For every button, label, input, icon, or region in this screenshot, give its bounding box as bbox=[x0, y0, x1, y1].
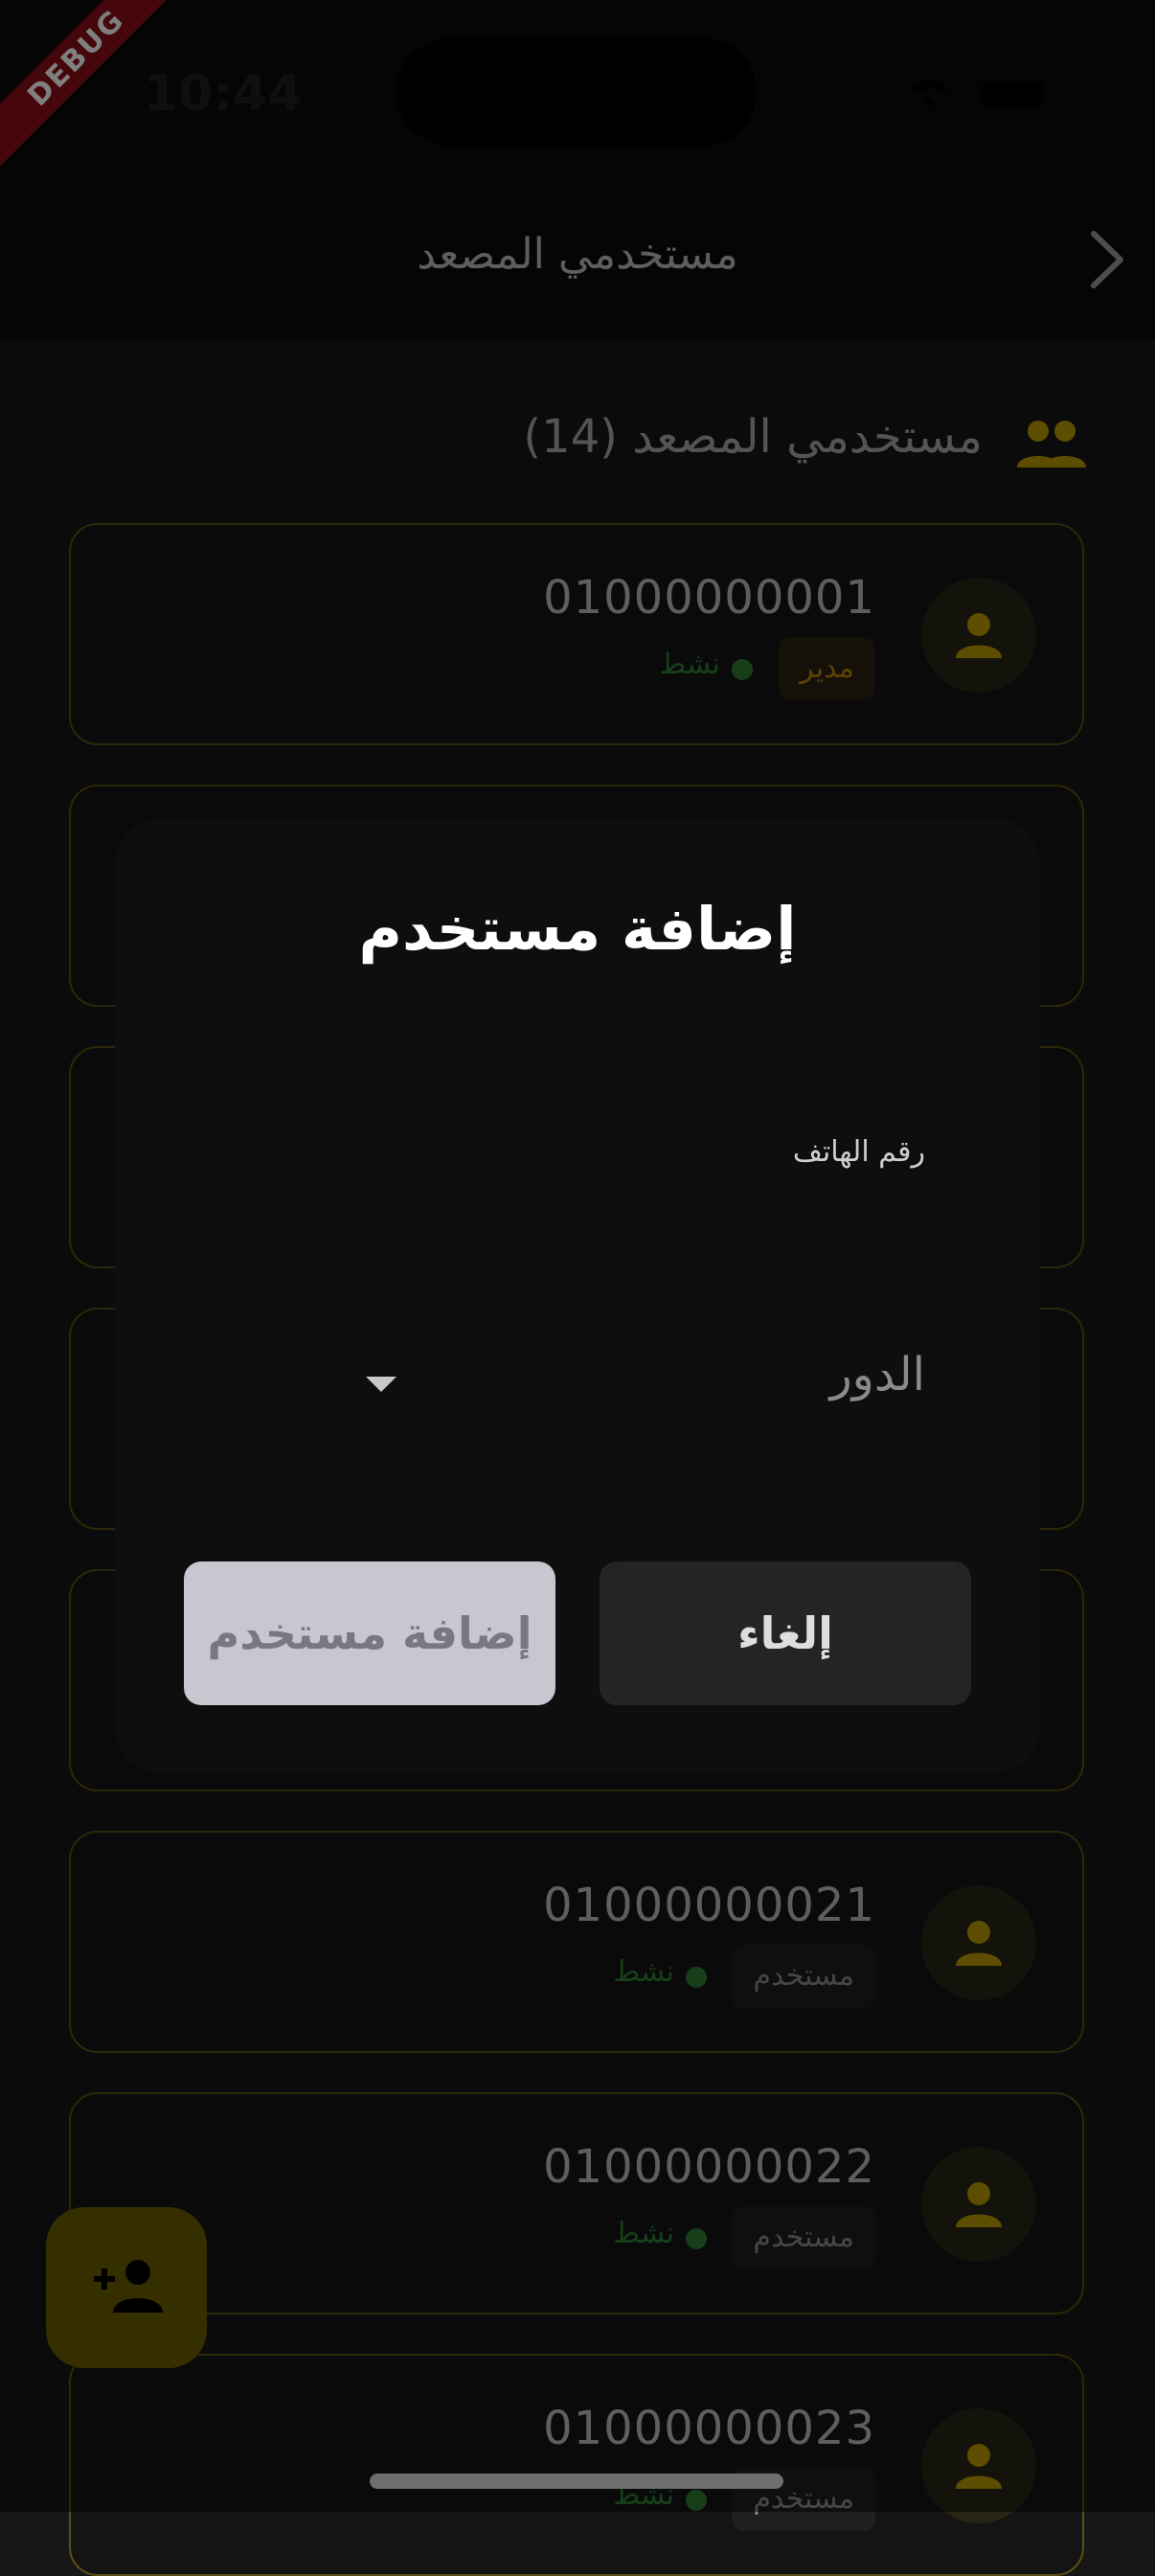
role-dropdown[interactable]: الدور bbox=[230, 1336, 925, 1432]
dialog-title: إضافة مستخدم bbox=[358, 894, 797, 964]
cancel-button[interactable]: إلغاء bbox=[600, 1562, 971, 1705]
phone-field-label[interactable]: رقم الهاتف bbox=[793, 1135, 925, 1169]
home-indicator bbox=[370, 2473, 783, 2489]
add-user-button[interactable]: إضافة مستخدم bbox=[184, 1562, 555, 1705]
add-user-dialog: إضافة مستخدم رقم الهاتف الدور إضافة مستخ… bbox=[115, 819, 1040, 1772]
role-dropdown-hint: الدور bbox=[829, 1348, 925, 1402]
dropdown-arrow-icon bbox=[366, 1377, 396, 1392]
